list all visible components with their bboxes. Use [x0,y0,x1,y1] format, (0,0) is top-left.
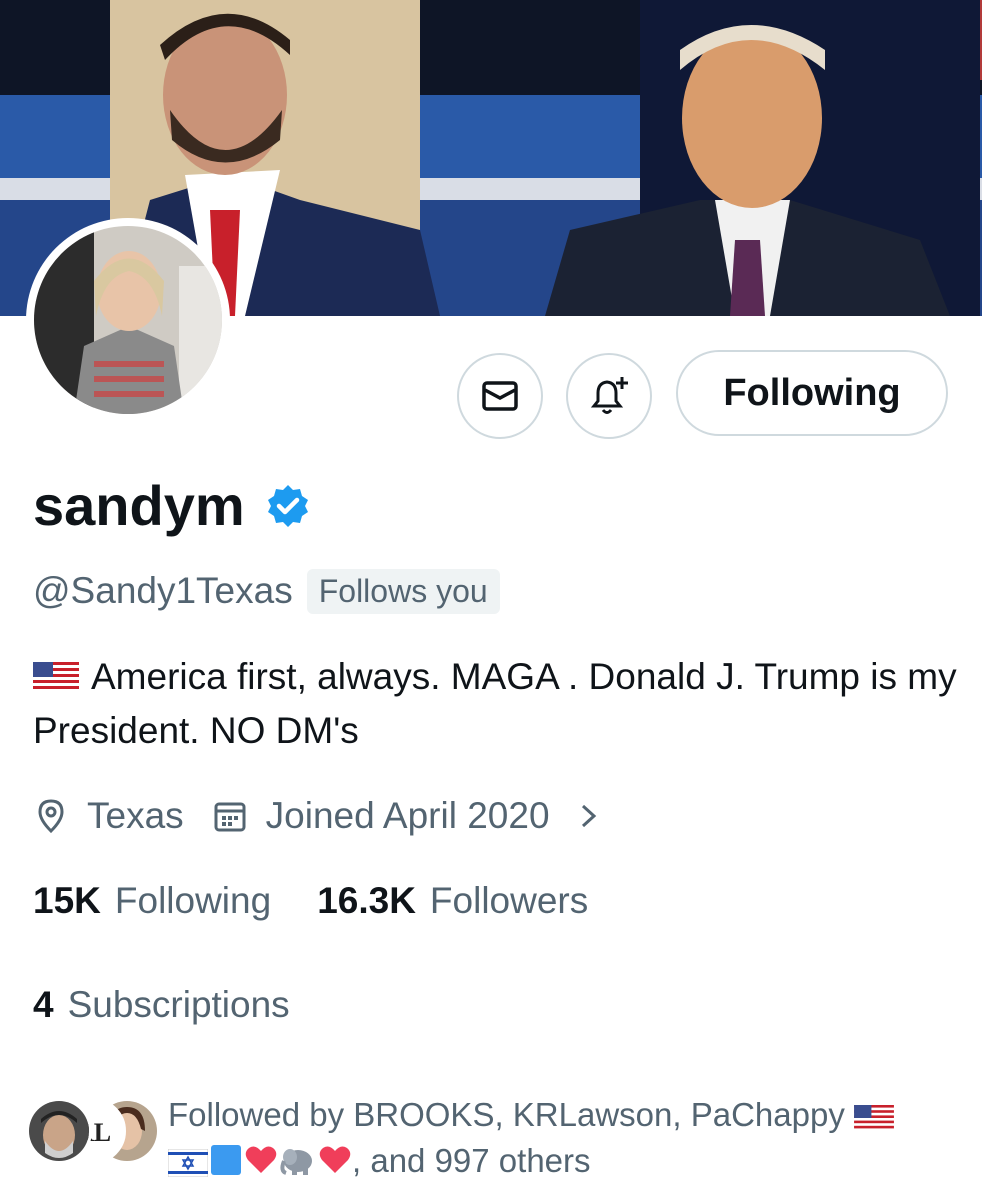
elephant-icon [280,1149,312,1175]
chevron-right-icon[interactable] [576,801,602,831]
profile-meta: Texas Joined April 2020 [33,790,602,842]
israel-flag-icon [168,1149,208,1177]
following-stat[interactable]: 15K Following [33,880,271,922]
message-button[interactable] [457,353,543,439]
followers-count: 16.3K [317,880,416,921]
location-pin-icon [38,799,64,834]
display-name: sandym [33,474,311,538]
followers-stat-label: Followers [429,880,589,921]
joined-date: Joined April 2020 [265,795,550,836]
followed-by[interactable]: RL Followed by BROOKS, KRLawson, PaChapp… [26,1092,966,1182]
heart-icon [245,1146,277,1173]
following-stat-label: Following [114,880,272,921]
bio-text: America first, always. MAGA . Donald J. … [33,656,957,751]
calendar-icon [214,802,246,832]
followed-by-avatars: RL [26,1098,160,1164]
following-count: 15K [33,880,101,921]
us-flag-icon [33,662,79,692]
us-flag-icon [854,1105,894,1131]
followed-by-text: Followed by BROOKS, KRLawson, PaChappy ,… [168,1092,968,1184]
follow-stats: 15K Following 16.3K Followers [33,876,588,926]
handle-row: @Sandy1Texas Follows you [33,568,500,614]
followed-by-prefix: Followed by BROOKS, KRLawson, PaChappy [168,1096,845,1133]
bell-plus-icon [590,377,628,414]
subscriptions-count: 4 [33,984,54,1025]
followers-stat[interactable]: 16.3K Followers [317,880,588,922]
display-name-text: sandym [33,474,245,537]
avatar-photo [34,226,222,414]
verified-badge-icon [267,485,308,527]
bio: America first, always. MAGA . Donald J. … [33,650,963,758]
blue-square-icon [211,1145,241,1175]
location: Texas [87,795,184,836]
followed-by-suffix: , and 997 others [352,1142,591,1179]
subscriptions-label: Subscriptions [67,984,290,1025]
subscriptions-stat[interactable]: 4 Subscriptions [33,980,290,1030]
handle: @Sandy1Texas [33,570,293,611]
follower-avatar [26,1098,92,1164]
notifications-button[interactable] [566,353,652,439]
heart-icon [319,1146,351,1173]
following-button[interactable]: Following [676,350,948,436]
follows-you-badge: Follows you [306,568,500,614]
avatar[interactable] [26,218,230,422]
mail-icon [482,381,518,411]
